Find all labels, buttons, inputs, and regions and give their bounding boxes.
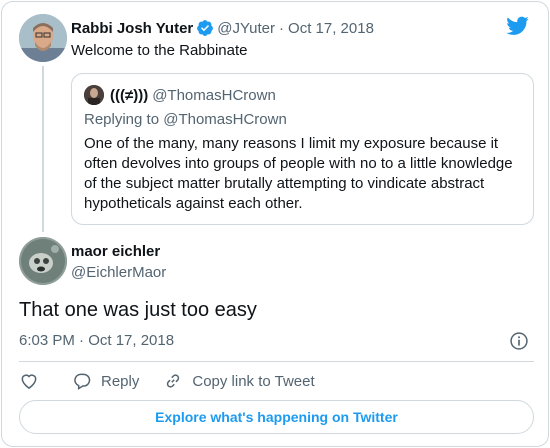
- parent-author-avatar[interactable]: [19, 14, 67, 62]
- twitter-logo-icon[interactable]: [506, 16, 529, 36]
- quoted-author-handle: @ThomasHCrown: [152, 86, 276, 104]
- thread-connector-line: [42, 66, 44, 232]
- reply-button[interactable]: Reply: [72, 371, 139, 391]
- reply-bubble-icon: [74, 373, 91, 390]
- parent-separator: ·: [279, 19, 285, 37]
- quoted-author-row: (((≠))) @ThomasHCrown: [84, 84, 276, 106]
- like-button[interactable]: [19, 371, 39, 391]
- copy-link-button[interactable]: Copy link to Tweet: [163, 371, 315, 391]
- parent-author-name[interactable]: Rabbi Josh Yuter: [71, 20, 193, 37]
- reply-label: Reply: [101, 372, 140, 390]
- explore-twitter-button[interactable]: Explore what's happening on Twitter: [19, 400, 534, 434]
- quoted-replying-to: Replying to @ThomasHCrown: [84, 110, 287, 130]
- main-author-handle[interactable]: @EichlerMaor: [71, 263, 166, 283]
- tweet-embed-card: Rabbi Josh Yuter @JYuter · Oct 17, 2018 …: [1, 1, 549, 447]
- quoted-author-name: (((≠))): [110, 86, 149, 104]
- parent-author-row: Rabbi Josh Yuter @JYuter · Oct 17, 2018: [71, 18, 374, 38]
- copy-link-label: Copy link to Tweet: [192, 372, 315, 390]
- actions-divider: [19, 361, 534, 362]
- quoted-author-avatar: [84, 85, 104, 105]
- replying-to-label: Replying to: [84, 111, 160, 128]
- heart-icon: [21, 374, 37, 389]
- main-author-name[interactable]: maor eichler: [71, 242, 160, 262]
- info-icon[interactable]: [509, 331, 529, 351]
- parent-author-handle[interactable]: @JYuter: [217, 20, 275, 37]
- quoted-tweet[interactable]: (((≠))) @ThomasHCrown Replying to @Thoma…: [71, 73, 534, 225]
- main-author-avatar[interactable]: [19, 237, 67, 285]
- parent-tweet-text: Welcome to the Rabbinate: [71, 42, 248, 59]
- verified-badge-icon: [197, 20, 214, 36]
- parent-date[interactable]: Oct 17, 2018: [288, 20, 374, 37]
- link-icon: [167, 374, 180, 388]
- main-tweet-text: That one was just too easy: [19, 299, 257, 321]
- quoted-tweet-text: One of the many, many reasons I limit my…: [84, 135, 513, 212]
- tweet-timestamp[interactable]: 6:03 PM · Oct 17, 2018: [19, 331, 174, 351]
- replying-to-handle: @ThomasHCrown: [163, 111, 287, 128]
- tweet-actions: Reply Copy link to Tweet: [19, 370, 315, 392]
